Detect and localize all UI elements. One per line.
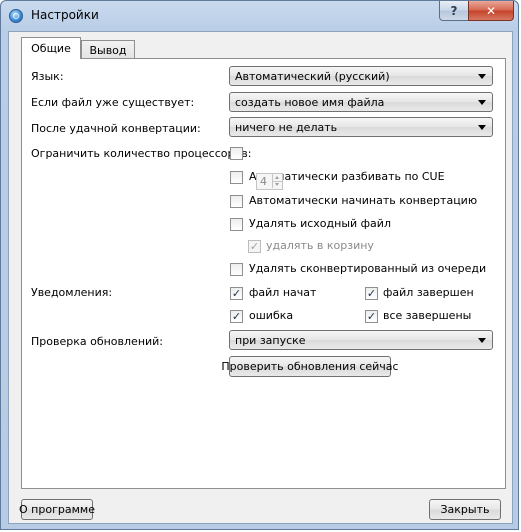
remove-converted-label: Удалять сконвертированный из очереди	[249, 262, 487, 275]
notify-error-label: ошибка	[249, 309, 294, 322]
tab-output[interactable]: Вывод	[81, 40, 135, 60]
close-button[interactable]: Закрыть	[429, 499, 501, 520]
dialog-client: Общие Вывод Язык: Автоматический (русски…	[8, 31, 513, 524]
limit-processors-checkbox[interactable]	[230, 147, 243, 160]
checkmark-icon: ✓	[366, 287, 377, 300]
processor-count-spinner[interactable]: 4	[256, 173, 283, 190]
window-title: Настройки	[31, 8, 99, 22]
processor-count-value: 4	[260, 175, 267, 188]
delete-to-trash-label: удалять в корзину	[266, 239, 374, 252]
limit-processors-label: Ограничить количество процессоров:	[31, 147, 252, 160]
after-conversion-label: После удачной конвертации:	[31, 122, 201, 135]
auto-split-cue-checkbox[interactable]	[230, 171, 243, 184]
checkmark-icon: ✓	[249, 240, 260, 253]
update-check-value: при запуске	[235, 333, 306, 347]
notify-error-checkbox[interactable]: ✓	[230, 310, 243, 323]
chevron-down-icon	[478, 125, 486, 130]
close-icon: ✕	[485, 3, 497, 18]
checkmark-icon: ✓	[366, 310, 377, 323]
if-exists-value: создать новое имя файла	[235, 95, 385, 109]
app-icon	[9, 9, 23, 23]
update-check-label: Проверка обновлений:	[31, 335, 164, 348]
tab-general[interactable]: Общие	[21, 37, 81, 59]
notify-file-finished-checkbox[interactable]: ✓	[365, 287, 378, 300]
title-bar[interactable]: Настройки ? ✕	[1, 1, 518, 31]
update-check-select[interactable]: при запуске	[229, 330, 493, 350]
settings-window: Настройки ? ✕ Общие Вывод Язык: Автомати…	[0, 0, 519, 530]
auto-start-label: Автоматически начинать конвертацию	[249, 194, 478, 207]
delete-source-label: Удалять исходный файл	[249, 217, 391, 230]
general-panel: Язык: Автоматический (русский) Если файл…	[21, 58, 506, 489]
language-label: Язык:	[31, 70, 64, 83]
checkmark-icon: ✓	[231, 287, 242, 300]
remove-converted-checkbox[interactable]	[230, 263, 243, 276]
notify-file-started-label: файл начат	[249, 286, 317, 299]
chevron-down-icon	[478, 74, 486, 79]
chevron-down-icon	[478, 100, 486, 105]
check-updates-now-button[interactable]: Проверить обновления сейчас	[221, 356, 399, 377]
help-button[interactable]: ?	[439, 1, 469, 21]
delete-to-trash-checkbox[interactable]: ✓	[248, 240, 261, 253]
chevron-down-icon	[478, 338, 486, 343]
notify-all-finished-label: все завершены	[383, 309, 472, 322]
delete-source-checkbox[interactable]	[230, 218, 243, 231]
if-exists-select[interactable]: создать новое имя файла	[229, 92, 493, 112]
notify-file-finished-label: файл завершен	[383, 286, 474, 299]
about-button[interactable]: О программе	[19, 499, 95, 520]
after-conversion-value: ничего не делать	[235, 120, 338, 134]
after-conversion-select[interactable]: ничего не делать	[229, 117, 493, 137]
auto-start-checkbox[interactable]	[230, 195, 243, 208]
language-select[interactable]: Автоматический (русский)	[229, 66, 493, 86]
notifications-label: Уведомления:	[31, 286, 113, 299]
checkmark-icon: ✓	[231, 310, 242, 323]
close-window-button[interactable]: ✕	[468, 1, 514, 21]
language-value: Автоматический (русский)	[235, 69, 390, 83]
notify-all-finished-checkbox[interactable]: ✓	[365, 310, 378, 323]
if-exists-label: Если файл уже существует:	[31, 96, 195, 109]
notify-file-started-checkbox[interactable]: ✓	[230, 287, 243, 300]
spin-down-icon[interactable]	[272, 181, 282, 188]
